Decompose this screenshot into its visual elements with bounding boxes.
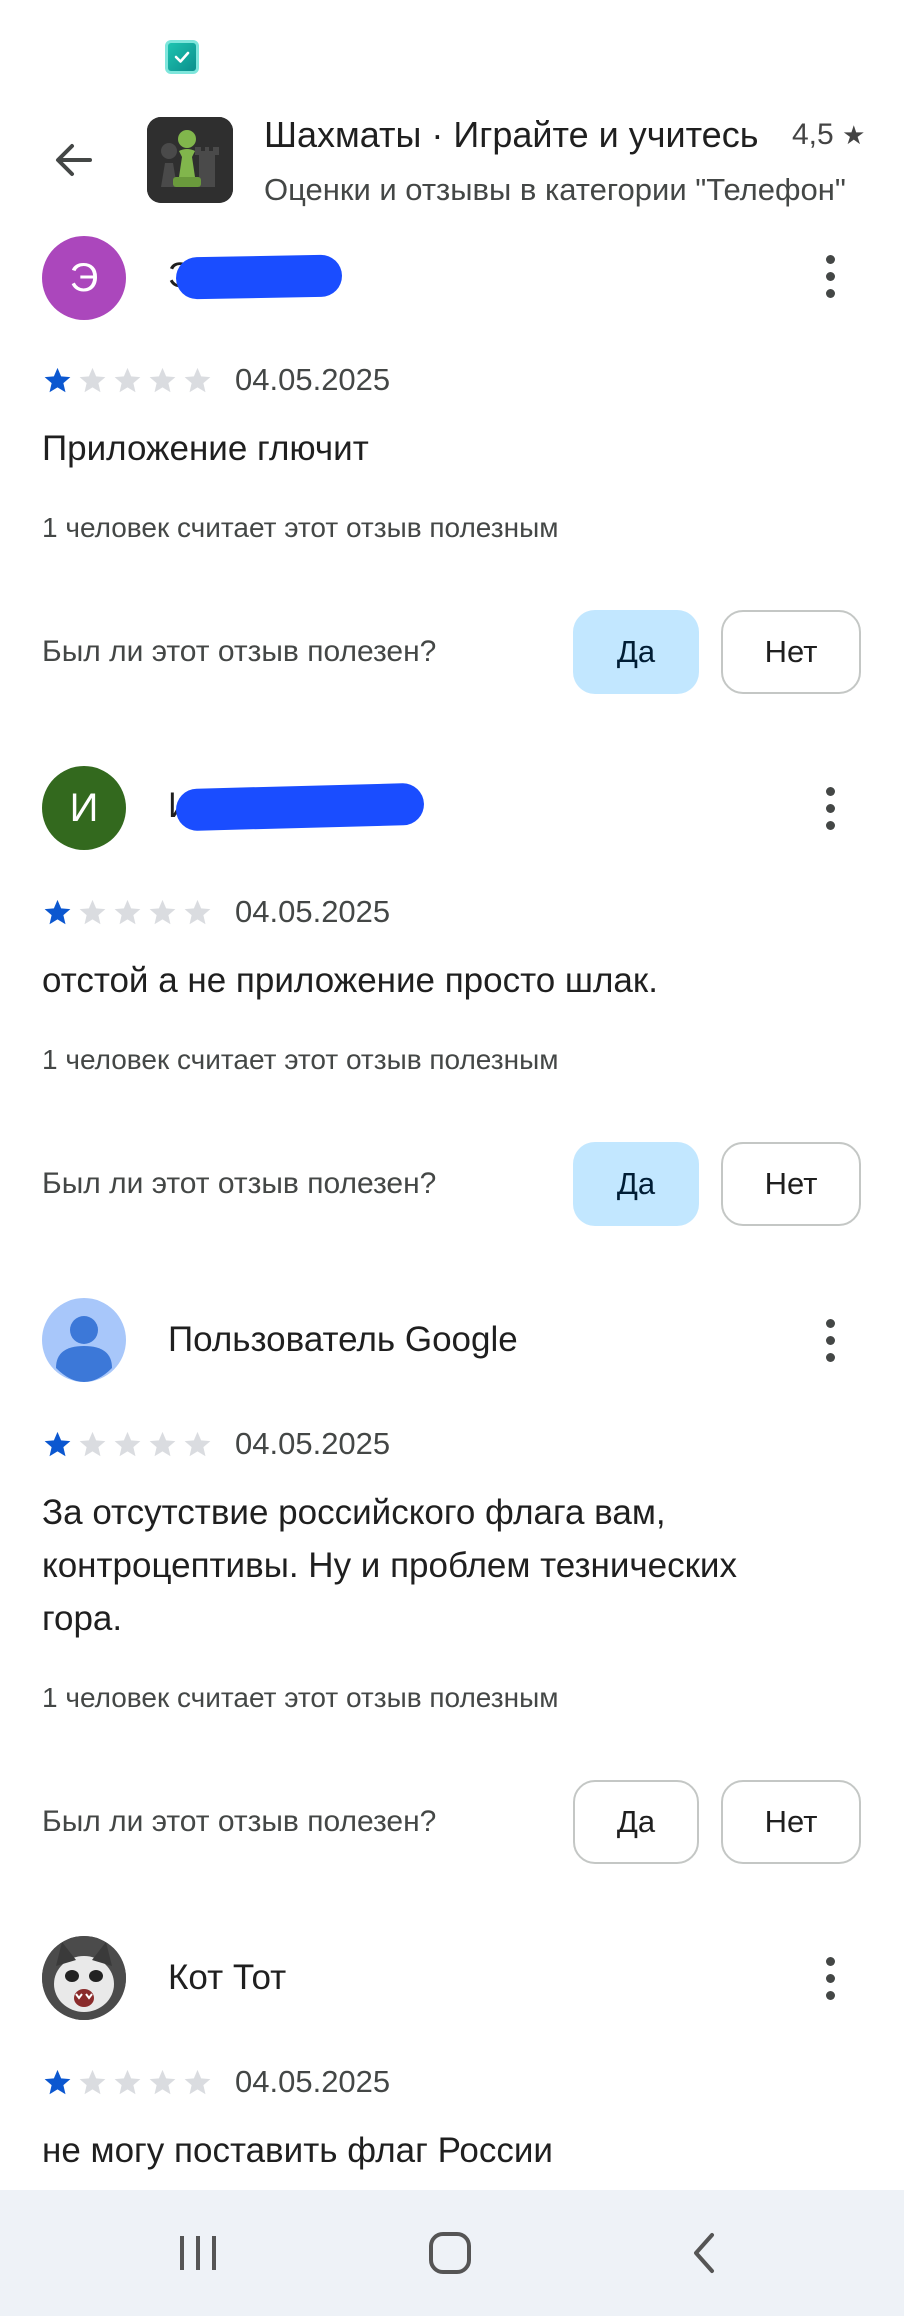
star-empty-icon [79,1431,106,1457]
avatar: Э [42,236,126,320]
review-text: Приложение глючит [42,429,369,468]
review-text: не могу поставить флаг России [42,2131,553,2170]
star-empty-icon [79,899,106,925]
person-icon [56,1316,112,1382]
app-header: Шахматы · Играйте и учитесь 4,5 ★ Оценки… [0,100,904,230]
yes-button[interactable]: Да [573,1780,699,1864]
star-empty-icon [114,1431,141,1457]
redaction-scribble [175,782,425,832]
more-options-button[interactable] [810,778,850,838]
no-button[interactable]: Нет [721,1780,861,1864]
app-title: Шахматы · Играйте и учитесь [264,114,759,155]
avatar [42,1936,126,2020]
back-button[interactable] [44,130,104,190]
helpful-count: 1 человек считает этот отзыв полезным [42,512,559,543]
redaction-scribble [175,254,343,300]
recents-icon [180,2236,216,2270]
star-empty-icon [149,1431,176,1457]
app-icon [147,117,233,203]
system-nav-bar [0,2190,904,2316]
star-empty-icon [114,367,141,393]
star-empty-icon [79,2069,106,2095]
star-empty-icon [114,899,141,925]
home-icon [429,2232,471,2274]
star-rating [42,898,213,928]
star-empty-icon [79,367,106,393]
star-empty-icon [149,367,176,393]
star-empty-icon [114,2069,141,2095]
star-rating [42,1430,213,1460]
helpful-count: 1 человек считает этот отзыв полезным [42,1044,559,1075]
helpful-question: Был ли этот отзыв полезен? [42,635,437,668]
review-text: За отсутствие российского флага вам, кон… [42,1493,737,1638]
yes-button[interactable]: Да [573,1142,699,1226]
star-rating [42,2068,213,2098]
rating-star-icon: ★ [842,120,866,150]
star-rating [42,366,213,396]
more-options-button[interactable] [810,1310,850,1370]
recents-button[interactable] [158,2220,238,2286]
star-filled-icon [44,899,71,925]
review-date: 04.05.2025 [235,362,391,397]
star-empty-icon [184,899,211,925]
app-rating-value: 4,5 [792,118,834,151]
avatar-letter: И [69,785,99,830]
star-empty-icon [149,2069,176,2095]
star-filled-icon [44,2069,71,2095]
yes-button[interactable]: Да [573,610,699,694]
no-button[interactable]: Нет [721,1142,861,1226]
star-empty-icon [184,1431,211,1457]
nav-back-icon [694,2233,714,2273]
author-name: Пользователь Google [168,1320,518,1359]
home-button[interactable] [410,2220,490,2286]
review-date: 04.05.2025 [235,2064,391,2099]
helpful-question: Был ли этот отзыв полезен? [42,1805,437,1838]
avatar [42,1298,126,1382]
app-rating: 4,5 ★ [792,118,865,152]
star-empty-icon [184,2069,211,2095]
star-empty-icon [184,367,211,393]
author-name: Кот Тот [168,1958,287,1997]
star-filled-icon [44,367,71,393]
star-empty-icon [149,899,176,925]
avatar: И [42,766,126,850]
more-options-button[interactable] [810,246,850,306]
helpful-question: Был ли этот отзыв полезен? [42,1167,437,1200]
notification-check-icon [165,40,199,74]
more-options-button[interactable] [810,1948,850,2008]
avatar-letter: Э [69,255,99,300]
app-subtitle: Оценки и отзывы в категории "Телефон" [264,172,846,207]
helpful-count: 1 человек считает этот отзыв полезным [42,1682,559,1713]
cat-photo-avatar [42,1936,126,2020]
review-date: 04.05.2025 [235,894,391,929]
no-button[interactable]: Нет [721,610,861,694]
arrow-left-icon [56,144,92,176]
star-filled-icon [44,1431,71,1457]
nav-back-button[interactable] [664,2220,744,2286]
review-date: 04.05.2025 [235,1426,391,1461]
review-text: отстой а не приложение просто шлак. [42,961,658,1000]
